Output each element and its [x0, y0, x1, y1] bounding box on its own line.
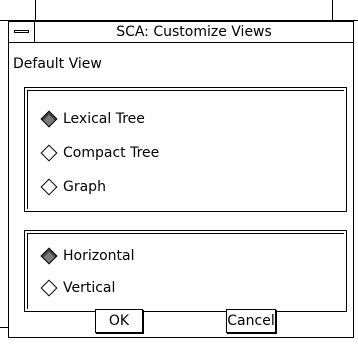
diamond-radio-icon: [40, 110, 58, 128]
radio-label: Lexical Tree: [63, 111, 145, 127]
radio-graph[interactable]: Graph: [40, 176, 106, 198]
cancel-button[interactable]: Cancel: [226, 309, 276, 333]
window-title: SCA: Customize Views: [116, 24, 272, 40]
radio-label: Compact Tree: [63, 145, 160, 161]
diamond-radio-icon: [40, 144, 58, 162]
ok-button[interactable]: OK: [95, 309, 143, 333]
desktop-line-bottom: [0, 327, 8, 328]
default-view-label: Default View: [13, 56, 102, 72]
radio-label: Horizontal: [63, 248, 135, 264]
orientation-group: Horizontal Vertical: [24, 230, 347, 312]
diamond-radio-icon: [40, 247, 58, 265]
radio-horizontal[interactable]: Horizontal: [40, 245, 135, 267]
radio-label: Graph: [63, 179, 106, 195]
radio-label: Vertical: [63, 280, 116, 296]
diamond-radio-icon: [40, 279, 58, 297]
diamond-radio-icon: [40, 178, 58, 196]
window-menu-button[interactable]: [9, 22, 35, 42]
radio-compact-tree[interactable]: Compact Tree: [40, 142, 160, 164]
radio-lexical-tree[interactable]: Lexical Tree: [40, 108, 145, 130]
radio-vertical[interactable]: Vertical: [40, 277, 116, 299]
view-type-group: Lexical Tree Compact Tree Graph: [24, 87, 347, 212]
customize-views-dialog: SCA: Customize Views Default View Lexica…: [8, 21, 354, 338]
desktop-line-right: [332, 0, 333, 21]
title-bar[interactable]: SCA: Customize Views: [9, 22, 353, 43]
desktop-line-left: [35, 0, 36, 21]
window-menu-icon: [14, 30, 29, 33]
